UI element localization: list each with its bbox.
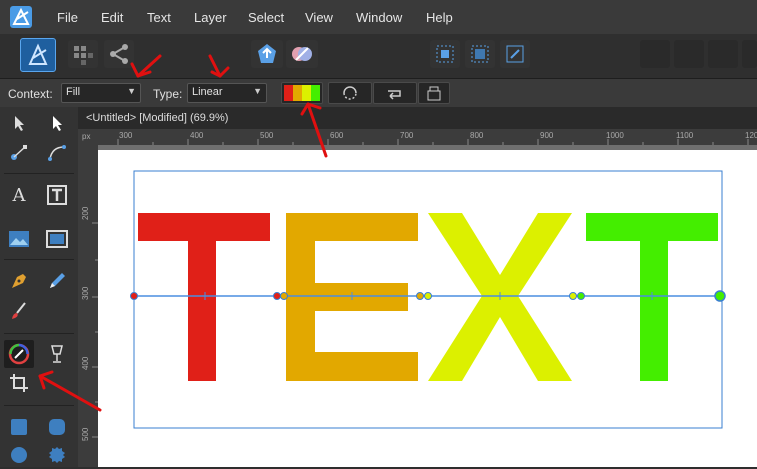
point-transform-tool[interactable] xyxy=(42,139,72,167)
type-label: Type: xyxy=(153,87,183,101)
boolean-operation-button[interactable] xyxy=(286,40,318,68)
align-selection-button[interactable] xyxy=(430,40,460,68)
crop-tool[interactable] xyxy=(4,369,34,397)
cog-shape-tool[interactable] xyxy=(42,441,72,469)
gradient-stop-handle[interactable] xyxy=(130,292,138,300)
app-logo-icon[interactable] xyxy=(10,6,32,28)
document-title: <Untitled> [Modified] (69.9%) xyxy=(86,112,229,124)
ellipse-tool[interactable] xyxy=(4,441,34,469)
menu-window[interactable]: Window xyxy=(356,10,402,25)
align-center-button[interactable] xyxy=(465,40,495,68)
tools-divider xyxy=(4,259,74,260)
menu-file[interactable]: File xyxy=(57,10,78,25)
export-persona-button[interactable] xyxy=(104,40,134,68)
gradient-stop-handle[interactable] xyxy=(280,292,288,300)
transparency-tool[interactable] xyxy=(42,340,72,368)
gradient-stop-handle[interactable] xyxy=(424,292,432,300)
menu-help[interactable]: Help xyxy=(426,10,453,25)
text-letter-t1[interactable] xyxy=(138,213,270,381)
transform-button[interactable] xyxy=(500,40,530,68)
reverse-gradient-button[interactable] xyxy=(328,82,372,104)
rotate-gradient-button[interactable] xyxy=(373,82,417,104)
menu-bar: File Edit Text Layer Select View Window … xyxy=(0,0,757,34)
menu-text[interactable]: Text xyxy=(147,10,171,25)
picture-frame-tool[interactable] xyxy=(42,225,72,253)
pixel-persona-button[interactable] xyxy=(68,40,98,68)
ruler-corner: px xyxy=(78,129,98,145)
artistic-text-tool[interactable]: A xyxy=(4,181,34,209)
snapping-button-1[interactable] xyxy=(640,40,670,68)
tools-panel: A xyxy=(0,107,78,467)
snapping-button-2[interactable] xyxy=(674,40,704,68)
gradient-stop-handle[interactable] xyxy=(569,292,577,300)
canvas-area[interactable] xyxy=(98,145,757,467)
pen-tool[interactable] xyxy=(4,267,34,295)
document-tab[interactable]: <Untitled> [Modified] (69.9%) xyxy=(78,107,757,129)
vertical-ruler[interactable]: 200 300 400 500 xyxy=(78,145,99,467)
rounded-rectangle-tool[interactable] xyxy=(42,413,72,441)
gradient-type-select[interactable]: Linear ▼ xyxy=(187,83,267,103)
gradient-swatch-button[interactable] xyxy=(281,82,323,104)
type-value: Linear xyxy=(192,86,223,98)
menu-layer[interactable]: Layer xyxy=(194,10,227,25)
vector-brush-tool[interactable] xyxy=(4,297,34,325)
menu-view[interactable]: View xyxy=(305,10,333,25)
ruler-unit: px xyxy=(82,132,91,141)
chevron-down-icon: ▼ xyxy=(253,86,262,96)
snapping-button-3[interactable] xyxy=(708,40,738,68)
context-select[interactable]: Fill ▼ xyxy=(61,83,141,103)
chevron-down-icon: ▼ xyxy=(127,86,136,96)
gradient-swatch-stop xyxy=(284,85,293,101)
gradient-swatch-stop xyxy=(293,85,302,101)
node-select-tool[interactable] xyxy=(42,109,72,137)
gradient-swatch-stop xyxy=(302,85,311,101)
context-value: Fill xyxy=(66,86,81,98)
node-tool[interactable] xyxy=(4,139,34,167)
pencil-tool[interactable] xyxy=(42,267,72,295)
tools-divider xyxy=(4,173,74,174)
canvas-content[interactable] xyxy=(98,145,757,467)
snapping-button-4[interactable] xyxy=(742,40,757,68)
horizontal-ruler[interactable]: 300 400 500 600 700 800 900 1000 1100 12… xyxy=(98,129,757,146)
fill-tool[interactable] xyxy=(4,340,34,368)
arrange-front-button[interactable] xyxy=(251,40,283,68)
menu-select[interactable]: Select xyxy=(248,10,284,25)
lock-children-button[interactable] xyxy=(418,82,450,104)
designer-persona-button[interactable] xyxy=(20,38,56,72)
gradient-stop-handle[interactable] xyxy=(577,292,585,300)
place-image-tool[interactable] xyxy=(4,225,34,253)
gradient-swatch-stop xyxy=(311,85,320,101)
menu-edit[interactable]: Edit xyxy=(101,10,123,25)
tools-divider xyxy=(4,333,74,334)
frame-text-tool[interactable] xyxy=(42,181,72,209)
rectangle-tool[interactable] xyxy=(4,413,34,441)
gradient-stop-handle[interactable] xyxy=(416,292,424,300)
context-toolbar: Context: Fill ▼ Type: Linear ▼ xyxy=(0,78,757,108)
context-label: Context: xyxy=(8,87,53,101)
move-tool[interactable] xyxy=(4,109,34,137)
gradient-end-handle[interactable] xyxy=(714,290,726,302)
tools-divider xyxy=(4,405,74,406)
gradient-stop-handle[interactable] xyxy=(273,292,281,300)
main-toolbar xyxy=(0,34,757,78)
